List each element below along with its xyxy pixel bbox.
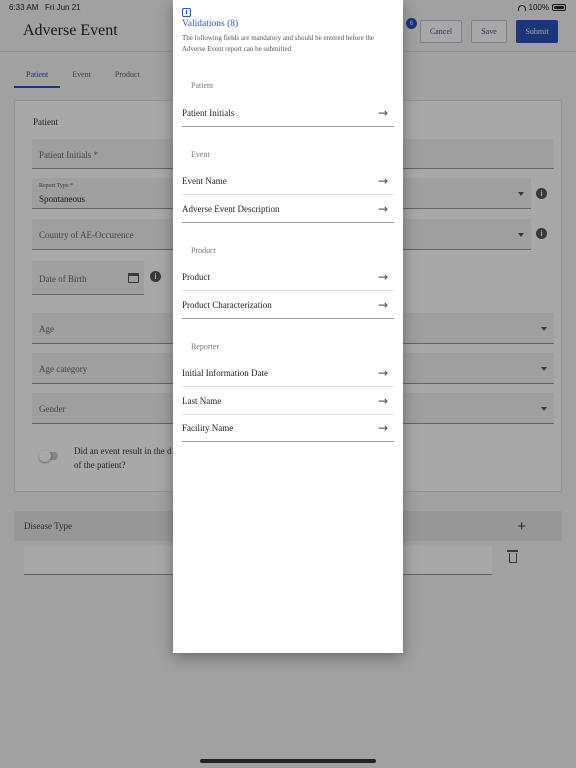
group-label-product: Product bbox=[191, 246, 216, 255]
validation-item[interactable]: Event Name → bbox=[182, 168, 394, 195]
modal-title: Validations (8) bbox=[182, 19, 239, 29]
validation-item[interactable]: Product Characterization → bbox=[182, 292, 394, 319]
arrow-right-icon: → bbox=[377, 106, 388, 120]
group-label-event: Event bbox=[191, 150, 210, 159]
validation-item[interactable]: Facility Name → bbox=[182, 415, 394, 442]
validation-item[interactable]: Product → bbox=[182, 264, 394, 291]
arrow-right-icon: → bbox=[377, 394, 388, 408]
arrow-right-icon: → bbox=[377, 298, 388, 312]
validation-item[interactable]: Initial Information Date → bbox=[182, 360, 394, 387]
arrow-right-icon: → bbox=[377, 366, 388, 380]
arrow-right-icon: → bbox=[377, 270, 388, 284]
arrow-right-icon: → bbox=[377, 202, 388, 216]
validation-item[interactable]: Last Name → bbox=[182, 388, 394, 415]
validations-modal: Validations (8) The following fields are… bbox=[173, 0, 403, 653]
arrow-right-icon: → bbox=[377, 174, 388, 188]
group-label-patient: Patient bbox=[191, 81, 214, 90]
arrow-right-icon: → bbox=[377, 421, 388, 435]
home-indicator[interactable] bbox=[200, 759, 376, 763]
modal-description: The following fields are mandatory and s… bbox=[182, 34, 375, 53]
validation-item[interactable]: Adverse Event Description → bbox=[182, 196, 394, 223]
group-label-reporter: Reporter bbox=[191, 342, 219, 351]
alert-icon bbox=[182, 8, 191, 17]
validation-item[interactable]: Patient Initials → bbox=[182, 100, 394, 127]
